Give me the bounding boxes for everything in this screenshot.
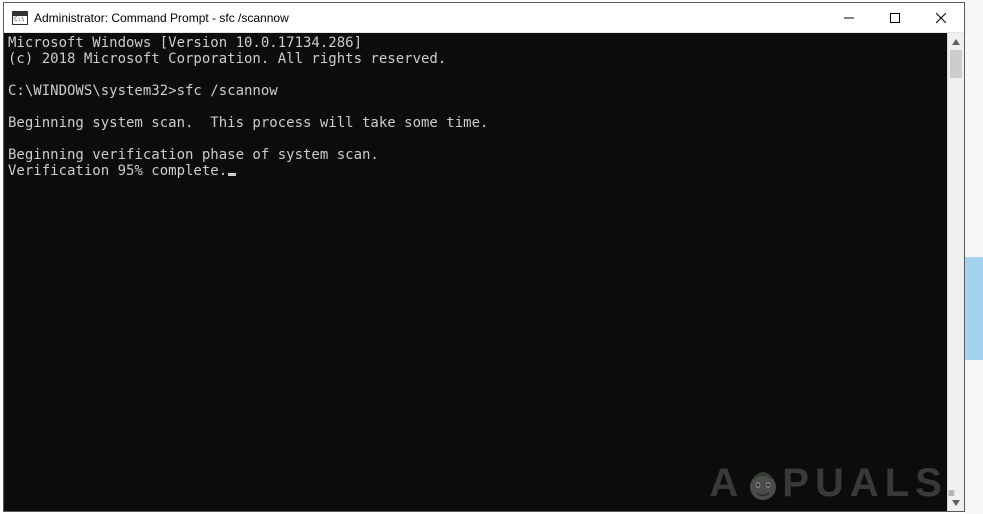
verify-begin-line: Beginning verification phase of system s… (8, 147, 379, 163)
version-line: Microsoft Windows [Version 10.0.17134.28… (8, 35, 362, 51)
copyright-line: (c) 2018 Microsoft Corporation. All righ… (8, 51, 446, 67)
vertical-scrollbar[interactable] (947, 33, 964, 511)
minimize-button[interactable] (826, 3, 872, 32)
window-controls (826, 3, 964, 32)
command-prompt-window: Administrator: Command Prompt - sfc /sca… (3, 2, 965, 512)
chevron-up-icon (952, 38, 960, 46)
scroll-down-button[interactable] (948, 494, 964, 511)
maximize-button[interactable] (872, 3, 918, 32)
titlebar[interactable]: Administrator: Command Prompt - sfc /sca… (4, 3, 964, 33)
maximize-icon (890, 13, 900, 23)
prompt-line: C:\WINDOWS\system32>sfc /scannow (8, 83, 278, 99)
scrollbar-track[interactable] (948, 50, 964, 494)
close-icon (936, 13, 946, 23)
scrollbar-thumb[interactable] (950, 50, 962, 78)
scroll-up-button[interactable] (948, 33, 964, 50)
page-right-edge (965, 0, 983, 514)
chevron-down-icon (952, 499, 960, 507)
terminal-output[interactable]: Microsoft Windows [Version 10.0.17134.28… (4, 33, 947, 511)
close-button[interactable] (918, 3, 964, 32)
minimize-icon (844, 13, 854, 23)
verify-progress-line: Verification 95% complete. (8, 163, 227, 179)
content-area: Microsoft Windows [Version 10.0.17134.28… (4, 33, 964, 511)
window-title: Administrator: Command Prompt - sfc /sca… (34, 11, 289, 25)
terminal-cursor (228, 173, 236, 176)
scan-begin-line: Beginning system scan. This process will… (8, 115, 488, 131)
cmd-icon (12, 11, 28, 25)
